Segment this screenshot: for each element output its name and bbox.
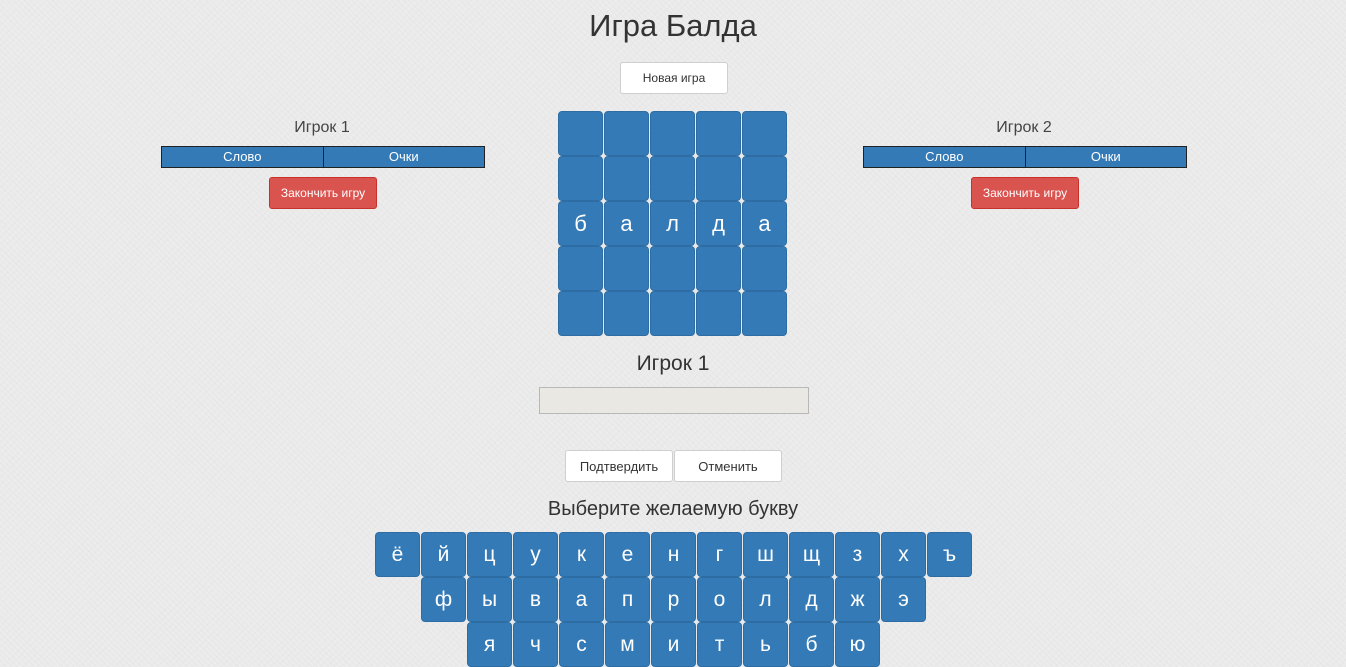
board-cell[interactable] bbox=[696, 246, 741, 291]
player-2-score-table: Слово Очки bbox=[863, 146, 1187, 168]
letter-key[interactable]: ю bbox=[835, 622, 880, 667]
player-1-end-game-button[interactable]: Закончить игру bbox=[269, 177, 377, 209]
word-input[interactable] bbox=[539, 387, 809, 414]
letter-key[interactable]: с bbox=[559, 622, 604, 667]
letter-key[interactable]: в bbox=[513, 577, 558, 622]
letter-key[interactable]: ъ bbox=[927, 532, 972, 577]
letter-key[interactable]: п bbox=[605, 577, 650, 622]
letter-key[interactable]: ш bbox=[743, 532, 788, 577]
board-cell[interactable] bbox=[558, 156, 603, 201]
letter-key[interactable]: я bbox=[467, 622, 512, 667]
choose-letter-label: Выберите желаемую букву bbox=[547, 498, 799, 520]
board-cell[interactable] bbox=[742, 291, 787, 336]
letter-key[interactable]: у bbox=[513, 532, 558, 577]
letter-key[interactable]: д bbox=[789, 577, 834, 622]
letter-key[interactable]: о bbox=[697, 577, 742, 622]
player-2-points-column-header: Очки bbox=[1024, 147, 1187, 167]
letter-key[interactable]: з bbox=[835, 532, 880, 577]
board-cell[interactable] bbox=[742, 111, 787, 156]
board-cell[interactable] bbox=[558, 246, 603, 291]
board-cell[interactable]: л bbox=[650, 201, 695, 246]
player-1-score-table: Слово Очки bbox=[161, 146, 485, 168]
letter-key[interactable]: й bbox=[421, 532, 466, 577]
letter-key[interactable]: е bbox=[605, 532, 650, 577]
letter-key[interactable]: э bbox=[881, 577, 926, 622]
board-cell[interactable] bbox=[650, 291, 695, 336]
letter-key[interactable]: т bbox=[697, 622, 742, 667]
board-cell[interactable] bbox=[604, 156, 649, 201]
board-cell[interactable] bbox=[696, 156, 741, 201]
player-2-word-column-header: Слово bbox=[925, 149, 964, 164]
letter-key[interactable]: а bbox=[559, 577, 604, 622]
board-cell[interactable] bbox=[558, 111, 603, 156]
keyboard-row-1: ё й ц у к е н г ш щ з х ъ bbox=[375, 532, 972, 577]
board-cell[interactable] bbox=[650, 111, 695, 156]
letter-key[interactable]: б bbox=[789, 622, 834, 667]
cancel-button[interactable]: Отменить bbox=[674, 450, 782, 482]
board-cell[interactable] bbox=[604, 111, 649, 156]
board-cell[interactable] bbox=[650, 246, 695, 291]
board-cell[interactable]: д bbox=[696, 201, 741, 246]
player-1-points-column-header: Очки bbox=[322, 147, 485, 167]
letter-key[interactable]: ж bbox=[835, 577, 880, 622]
letter-key[interactable]: ё bbox=[375, 532, 420, 577]
game-board: б а л д а bbox=[558, 111, 788, 336]
letter-key[interactable]: ы bbox=[467, 577, 512, 622]
letter-key[interactable]: м bbox=[605, 622, 650, 667]
keyboard-row-2: ф ы в а п р о л д ж э bbox=[421, 577, 926, 622]
board-cell[interactable]: б bbox=[558, 201, 603, 246]
letter-key[interactable]: р bbox=[651, 577, 696, 622]
page-title: Игра Балда bbox=[589, 8, 757, 43]
letter-key[interactable]: щ bbox=[789, 532, 834, 577]
board-cell[interactable] bbox=[742, 156, 787, 201]
player-2-name: Игрок 2 bbox=[996, 119, 1052, 136]
new-game-button[interactable]: Новая игра bbox=[620, 62, 728, 94]
keyboard-row-3: я ч с м и т ь б ю bbox=[467, 622, 880, 667]
letter-key[interactable]: ь bbox=[743, 622, 788, 667]
board-cell[interactable]: а bbox=[604, 201, 649, 246]
board-cell[interactable] bbox=[696, 291, 741, 336]
letter-key[interactable]: к bbox=[559, 532, 604, 577]
letter-key[interactable]: ф bbox=[421, 577, 466, 622]
letter-key[interactable]: л bbox=[743, 577, 788, 622]
board-cell[interactable] bbox=[604, 291, 649, 336]
player-1-name: Игрок 1 bbox=[294, 119, 350, 136]
letter-key[interactable]: г bbox=[697, 532, 742, 577]
current-player-label: Игрок 1 bbox=[636, 352, 710, 375]
board-cell[interactable] bbox=[558, 291, 603, 336]
player-1-word-column-header: Слово bbox=[223, 149, 262, 164]
letter-key[interactable]: н bbox=[651, 532, 696, 577]
confirm-button[interactable]: Подтвердить bbox=[565, 450, 673, 482]
board-cell[interactable] bbox=[604, 246, 649, 291]
letter-key[interactable]: х bbox=[881, 532, 926, 577]
board-cell[interactable]: а bbox=[742, 201, 787, 246]
letter-key[interactable]: ц bbox=[467, 532, 512, 577]
board-cell[interactable] bbox=[742, 246, 787, 291]
letter-key[interactable]: и bbox=[651, 622, 696, 667]
player-2-end-game-button[interactable]: Закончить игру bbox=[971, 177, 1079, 209]
letter-key[interactable]: ч bbox=[513, 622, 558, 667]
board-cell[interactable] bbox=[696, 111, 741, 156]
board-cell[interactable] bbox=[650, 156, 695, 201]
